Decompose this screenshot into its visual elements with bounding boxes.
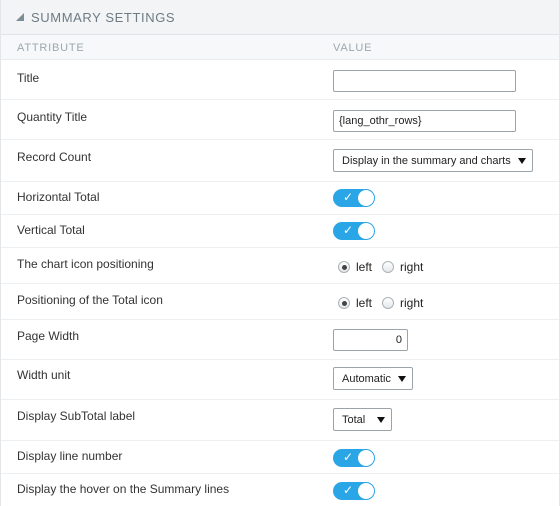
summary-settings-panel: SUMMARY SETTINGS ATTRIBUTE VALUE Title Q… <box>0 0 560 506</box>
total-icon-position-radio-group: left right <box>338 296 433 310</box>
horizontal-total-toggle[interactable]: ✓ <box>333 189 375 207</box>
setting-row-quantity-title: Quantity Title <box>1 100 559 140</box>
setting-label: Horizontal Total <box>17 190 100 204</box>
setting-label: The chart icon positioning <box>17 257 154 271</box>
quantity-title-input[interactable] <box>333 110 516 132</box>
radio-label-left[interactable]: left <box>356 260 372 274</box>
subtotal-label-select[interactable]: Total <box>333 408 392 431</box>
line-number-toggle[interactable]: ✓ <box>333 449 375 467</box>
setting-label: Display the hover on the Summary lines <box>17 482 230 496</box>
setting-row-title: Title <box>1 60 559 100</box>
select-value: Automatic <box>342 372 391 385</box>
chart-icon-position-radio-group: left right <box>338 260 433 274</box>
page-width-input[interactable] <box>333 329 408 351</box>
dropdown-arrow-icon <box>398 376 406 382</box>
dropdown-arrow-icon <box>377 417 385 423</box>
setting-row-record-count: Record Count Display in the summary and … <box>1 140 559 182</box>
setting-label: Width unit <box>17 368 71 382</box>
column-header-row: ATTRIBUTE VALUE <box>1 35 559 60</box>
attribute-column-header: ATTRIBUTE <box>17 42 85 54</box>
setting-label: Record Count <box>17 150 92 164</box>
dropdown-arrow-icon <box>518 158 526 164</box>
setting-row-chart-icon-positioning: The chart icon positioning left right <box>1 248 559 284</box>
radio-right[interactable] <box>382 261 395 273</box>
panel-header[interactable]: SUMMARY SETTINGS <box>1 0 559 35</box>
check-icon: ✓ <box>343 450 354 464</box>
setting-row-line-number: Display line number ✓ <box>1 441 559 474</box>
setting-label: Positioning of the Total icon <box>17 293 163 307</box>
title-input[interactable] <box>333 70 516 92</box>
radio-left[interactable] <box>338 297 350 309</box>
check-icon: ✓ <box>343 190 354 204</box>
setting-label: Quantity Title <box>17 110 88 124</box>
setting-label: Page Width <box>17 329 80 343</box>
toggle-knob <box>358 483 374 499</box>
radio-right[interactable] <box>382 297 395 309</box>
panel-title: SUMMARY SETTINGS <box>31 10 176 25</box>
setting-label: Title <box>17 71 40 85</box>
setting-row-total-icon-positioning: Positioning of the Total icon left right <box>1 284 559 320</box>
select-value: Display in the summary and charts <box>342 154 511 167</box>
value-column-header: VALUE <box>333 42 373 54</box>
select-value: Total <box>342 413 366 426</box>
check-icon: ✓ <box>343 483 354 497</box>
setting-row-horizontal-total: Horizontal Total ✓ <box>1 182 559 215</box>
toggle-knob <box>358 450 374 466</box>
radio-label-right[interactable]: right <box>400 260 423 274</box>
check-icon: ✓ <box>343 223 354 237</box>
setting-row-page-width: Page Width <box>1 320 559 360</box>
vertical-total-toggle[interactable]: ✓ <box>333 222 375 240</box>
collapse-triangle-icon[interactable] <box>16 13 24 21</box>
setting-row-width-unit: Width unit Automatic <box>1 360 559 400</box>
setting-row-vertical-total: Vertical Total ✓ <box>1 215 559 248</box>
toggle-knob <box>358 190 374 206</box>
setting-row-subtotal-label: Display SubTotal label Total <box>1 400 559 441</box>
setting-label: Display SubTotal label <box>17 409 136 423</box>
radio-label-left[interactable]: left <box>356 296 372 310</box>
setting-row-hover-summary-lines: Display the hover on the Summary lines ✓ <box>1 474 559 506</box>
radio-left[interactable] <box>338 261 350 273</box>
hover-summary-lines-toggle[interactable]: ✓ <box>333 482 375 500</box>
toggle-knob <box>358 223 374 239</box>
setting-label: Vertical Total <box>17 223 85 237</box>
width-unit-select[interactable]: Automatic <box>333 367 413 390</box>
radio-label-right[interactable]: right <box>400 296 423 310</box>
record-count-select[interactable]: Display in the summary and charts <box>333 149 533 172</box>
setting-label: Display line number <box>17 449 123 463</box>
